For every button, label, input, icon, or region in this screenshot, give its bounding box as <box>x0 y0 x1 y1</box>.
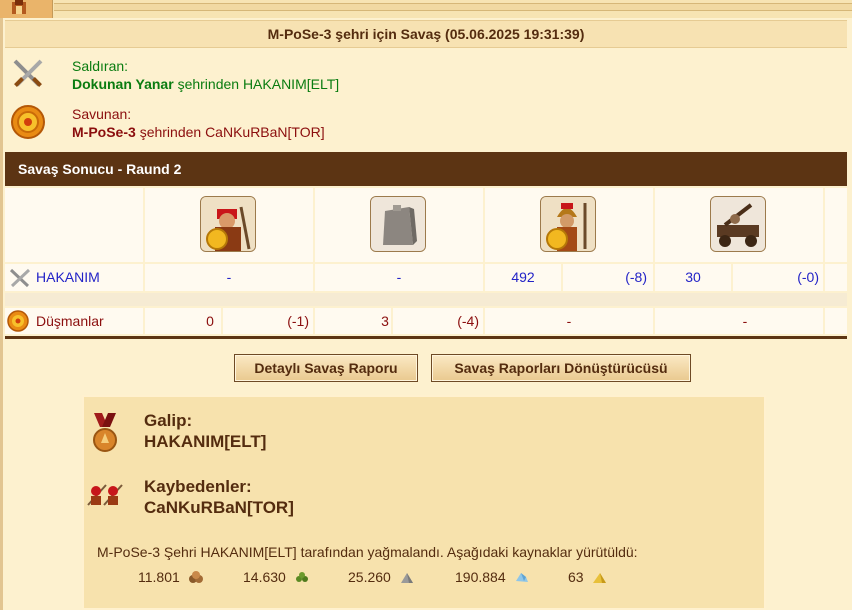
resource-wood: 11.801 <box>138 569 204 585</box>
unit-loss: (-4) <box>457 313 479 329</box>
table-cell: 492 <box>485 264 561 291</box>
resource-crystal: 190.884 <box>455 569 530 585</box>
table-pad <box>825 308 847 334</box>
table-bottom-rule <box>5 336 847 339</box>
crystal-icon <box>515 573 528 582</box>
shield-icon <box>10 104 46 140</box>
defender-city-link[interactable]: M-PoSe-3 <box>72 124 136 140</box>
row-name-cell: Düşmanlar <box>5 308 143 334</box>
wine-icon <box>295 572 308 582</box>
spearman-unit-icon <box>200 196 256 252</box>
unit-loss: (-1) <box>287 313 309 329</box>
resource-amount: 11.801 <box>138 569 180 585</box>
unit-count: - <box>226 269 232 285</box>
enemy-row-name: Düşmanlar <box>36 313 104 329</box>
winner-name: HAKANIM[ELT] <box>144 432 267 451</box>
resource-amount: 190.884 <box>455 569 506 585</box>
tab-strip-bar <box>54 3 852 11</box>
loser-label: Kaybedenler: <box>144 477 252 496</box>
table-cell: 3 <box>315 308 391 334</box>
catapult-unit-icon <box>710 196 766 252</box>
unit-loss: (-0) <box>797 269 819 285</box>
winner-label: Galip: <box>144 411 193 430</box>
table-cell: (-1) <box>223 308 313 334</box>
row-spacer <box>5 293 847 306</box>
defender-section: Savunan: M-PoSe-3 şehrinden CaNKuRBaN[TO… <box>5 100 847 146</box>
resource-amount: 63 <box>568 569 584 585</box>
unit-header-empty <box>5 188 143 262</box>
attacker-line: Dokunan Yanar şehrinden HAKANIM[ELT] <box>72 76 339 92</box>
defender-line: M-PoSe-3 şehrinden CaNKuRBaN[TOR] <box>72 124 325 140</box>
city-tab-icon[interactable] <box>0 0 53 18</box>
report-converter-button[interactable]: Savaş Raporları Dönüştürücüsü <box>431 354 691 382</box>
fallen-soldiers-icon <box>86 481 124 512</box>
defender-player: şehrinden CaNKuRBaN[TOR] <box>139 124 325 140</box>
attacker-city-link[interactable]: Dokunan Yanar <box>72 76 174 92</box>
resource-marble: 25.260 <box>348 569 415 585</box>
wood-icon <box>188 571 203 583</box>
table-cell: - <box>315 264 483 291</box>
marble-icon <box>400 573 413 583</box>
wall-unit-icon <box>370 196 426 252</box>
attacker-player: şehrinden HAKANIM[ELT] <box>177 76 340 92</box>
crossed-swords-icon <box>10 56 46 92</box>
table-cell: - <box>655 308 823 334</box>
crossed-swords-icon <box>8 267 32 294</box>
unit-header-cell <box>655 188 823 262</box>
medal-icon <box>92 413 118 460</box>
sulfur-icon <box>593 573 607 583</box>
shield-icon <box>7 310 29 337</box>
window-tab-strip <box>0 0 852 18</box>
unit-count: 30 <box>685 269 701 285</box>
table-cell: (-8) <box>563 264 653 291</box>
resource-wine: 14.630 <box>243 569 310 585</box>
unit-header-cell <box>485 188 653 262</box>
attacker-row-name[interactable]: HAKANIM <box>36 269 100 285</box>
plunder-text: M-PoSe-3 Şehri HAKANIM[ELT] tarafından y… <box>97 544 638 560</box>
attacker-label: Saldıran: <box>72 58 129 74</box>
defender-label: Savunan: <box>72 106 132 122</box>
table-cell: 0 <box>145 308 221 334</box>
table-cell: - <box>485 308 653 334</box>
unit-count: - <box>742 313 748 329</box>
unit-count: - <box>566 313 572 329</box>
row-name-cell: HAKANIM <box>5 264 143 291</box>
attacker-section: Saldıran: Dokunan Yanar şehrinden HAKANI… <box>5 52 847 98</box>
resource-amount: 14.630 <box>243 569 286 585</box>
resource-sulfur: 63 <box>568 569 607 585</box>
battle-result-header: Savaş Sonucu - Raund 2 <box>5 152 847 186</box>
resource-amount: 25.260 <box>348 569 391 585</box>
table-cell: - <box>145 264 313 291</box>
unit-count: - <box>396 269 402 285</box>
detailed-report-button[interactable]: Detaylı Savaş Raporu <box>234 354 418 382</box>
table-pad <box>825 264 847 291</box>
unit-header-cell <box>145 188 313 262</box>
unit-loss: (-8) <box>625 269 647 285</box>
battle-summary: Galip: HAKANIM[ELT] Kaybedenler: CaNKuRB… <box>82 395 766 610</box>
loser-name: CaNKuRBaN[TOR] <box>144 498 294 517</box>
hoplite-unit-icon <box>540 196 596 252</box>
battle-title: M-PoSe-3 şehri için Savaş (05.06.2025 19… <box>5 20 847 48</box>
table-cell: (-4) <box>393 308 483 334</box>
unit-header-cell <box>315 188 483 262</box>
table-cell: 30 <box>655 264 731 291</box>
unit-header-pad <box>825 188 847 262</box>
table-cell: (-0) <box>733 264 823 291</box>
unit-count: 492 <box>511 269 535 285</box>
